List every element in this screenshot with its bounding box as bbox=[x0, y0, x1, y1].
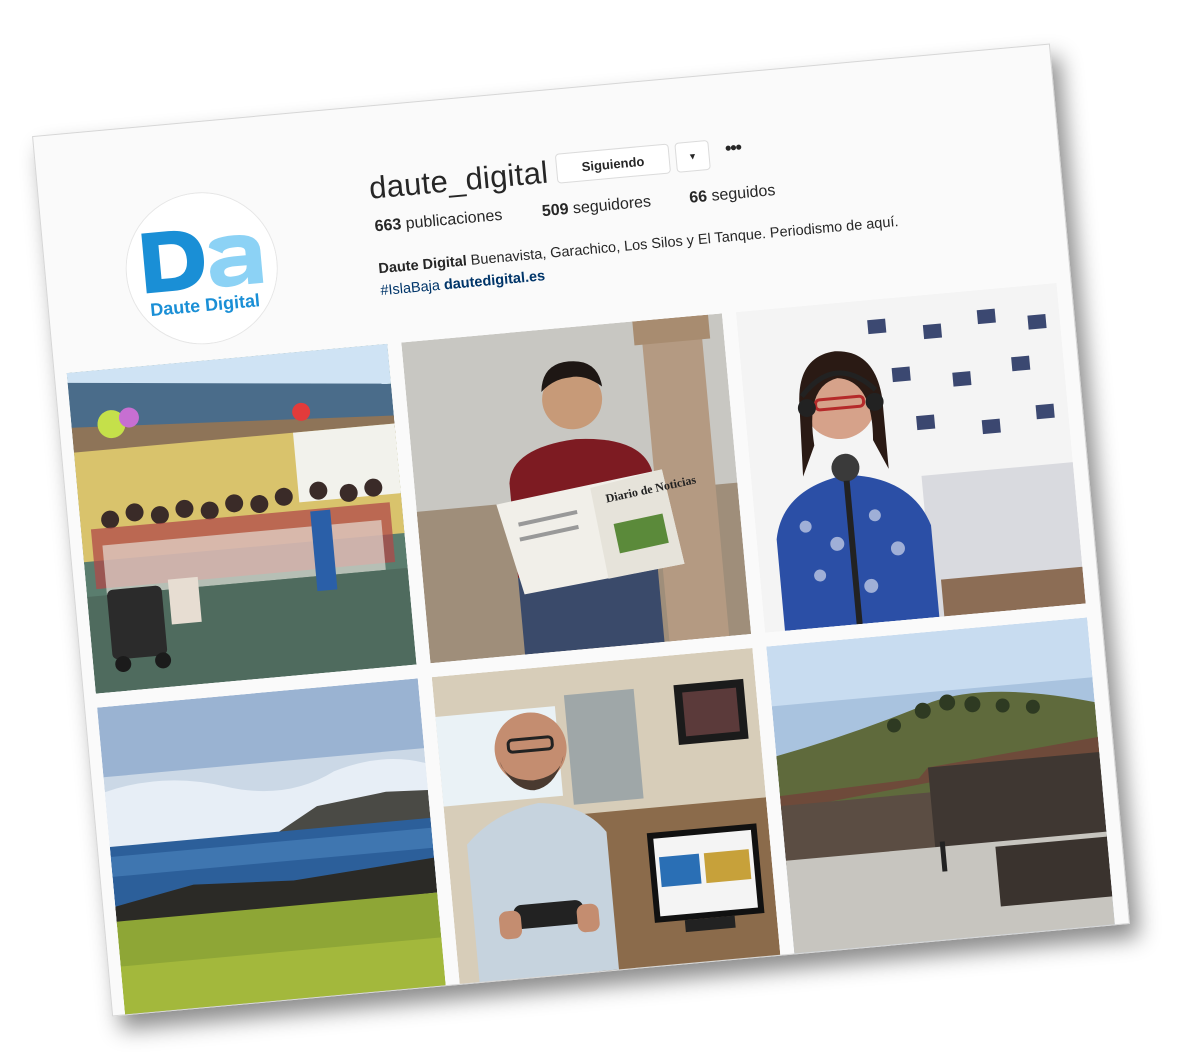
post-stone-houses[interactable] bbox=[766, 617, 1117, 968]
event-photo bbox=[66, 343, 417, 694]
newspaper-photo: Diario de Noticias bbox=[401, 313, 752, 664]
followers-label: seguidores bbox=[572, 193, 652, 218]
chevron-down-icon: ▼ bbox=[687, 150, 698, 162]
posts-stat: 663 publicaciones bbox=[374, 207, 503, 237]
profile-avatar[interactable]: Daute Digital bbox=[119, 185, 285, 351]
more-icon: ••• bbox=[724, 136, 742, 158]
following-label: seguidos bbox=[710, 182, 777, 205]
post-woman-radio[interactable] bbox=[735, 282, 1086, 633]
post-outdoor-event[interactable] bbox=[66, 343, 417, 694]
post-man-newspaper[interactable]: Diario de Noticias bbox=[401, 313, 752, 664]
profile-username: daute_digital bbox=[367, 154, 550, 206]
radio-studio-photo bbox=[735, 282, 1086, 633]
following-button[interactable]: Siguiendo bbox=[554, 143, 672, 184]
more-options-button[interactable]: ••• bbox=[720, 133, 746, 163]
following-count: 66 bbox=[688, 188, 708, 207]
instagram-profile-card: Daute Digital daute_digital Siguiendo ▼ … bbox=[32, 43, 1130, 1017]
suggestions-dropdown-button[interactable]: ▼ bbox=[674, 139, 711, 173]
coast-photo bbox=[97, 678, 447, 1017]
posts-label: publicaciones bbox=[404, 206, 504, 233]
post-coast-landscape[interactable] bbox=[97, 678, 447, 1017]
followers-count: 509 bbox=[541, 200, 570, 221]
stone-houses-photo bbox=[766, 617, 1117, 968]
bio-website-link[interactable]: dautedigital.es bbox=[443, 268, 546, 293]
studio-photo bbox=[431, 647, 782, 998]
post-man-studio[interactable] bbox=[431, 647, 782, 998]
followers-stat[interactable]: 509 seguidores bbox=[541, 193, 652, 221]
daute-digital-logo: Daute Digital bbox=[120, 186, 284, 350]
bio-hashtag[interactable]: #IslaBaja bbox=[380, 278, 441, 299]
posts-count: 663 bbox=[373, 216, 403, 236]
following-stat[interactable]: 66 seguidos bbox=[689, 182, 777, 208]
